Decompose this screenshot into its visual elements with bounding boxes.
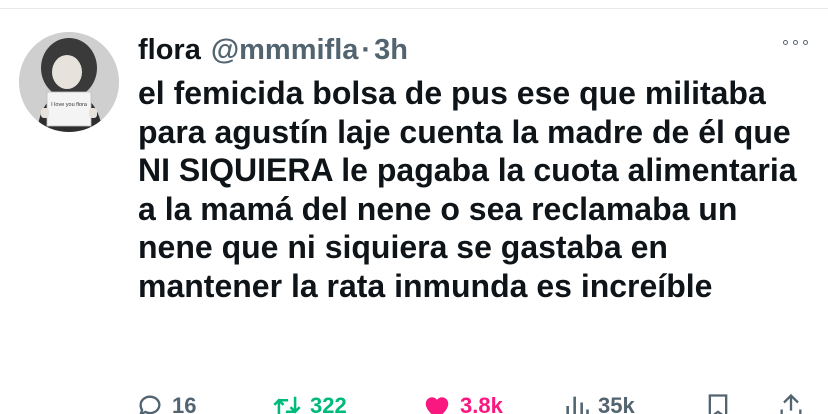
avatar[interactable]: I love you flora	[19, 32, 119, 132]
reply-button[interactable]: 16	[136, 392, 196, 414]
separator-dot: ·	[361, 33, 372, 66]
views-icon	[566, 396, 589, 414]
like-button[interactable]: 3.8k	[422, 392, 503, 414]
retweet-count: 322	[310, 393, 347, 414]
divider	[0, 8, 828, 9]
more-icon[interactable]	[783, 40, 808, 45]
action-bar: 16 322 3.8k 35k	[136, 392, 816, 414]
like-count: 3.8k	[460, 393, 503, 414]
avatar-sign-text: I love you flora	[51, 102, 88, 108]
avatar-image: I love you flora	[19, 32, 119, 132]
tweet-header: flora @mmmifla · 3h	[138, 30, 408, 70]
like-icon	[425, 397, 449, 414]
timestamp[interactable]: 3h	[374, 34, 408, 67]
reply-count: 16	[172, 393, 197, 414]
reply-icon	[139, 395, 161, 414]
bookmark-icon	[708, 394, 728, 414]
share-button[interactable]	[778, 392, 804, 414]
views-count: 35k	[598, 393, 635, 414]
tweet-text: el femicida bolsa de pus ese que militab…	[138, 75, 797, 304]
views-button[interactable]: 35k	[564, 392, 635, 414]
bookmark-button[interactable]	[706, 392, 730, 414]
tweet[interactable]: I love you flora flora @mmmifla · 3h el …	[0, 0, 828, 414]
retweet-icon	[273, 396, 301, 414]
share-icon	[780, 393, 802, 414]
handle[interactable]: @mmmifla	[211, 34, 359, 67]
retweet-button[interactable]: 322	[272, 392, 347, 414]
display-name[interactable]: flora	[138, 34, 201, 67]
